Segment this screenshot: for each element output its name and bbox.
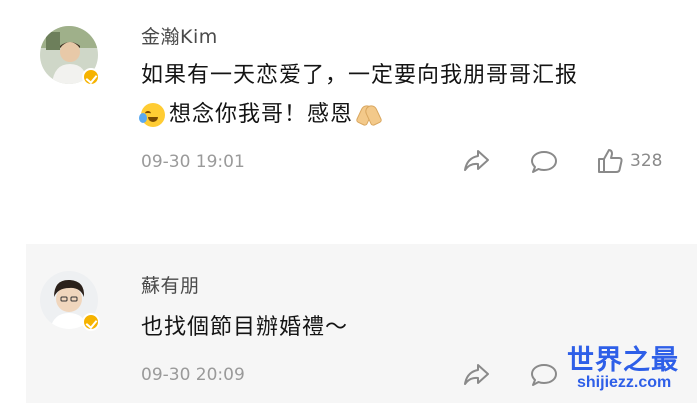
comment-text-line-2: 想念你我哥！感恩: [139, 97, 383, 133]
site-watermark: 世界之最 shijiezz.com: [567, 338, 693, 400]
comment-timestamp: 09-30 20:09: [141, 365, 245, 385]
comment-item: 金瀚Kim 如果有一天恋爱了，一定要向我朋哥哥汇报 想念你我哥！感恩 09-30…: [0, 0, 697, 232]
comment-timestamp: 09-30 19:01: [141, 152, 245, 172]
watermark-title: 世界之最: [567, 345, 679, 376]
verified-badge-icon: [82, 313, 100, 331]
praying-hands-emoji-icon: [355, 103, 383, 127]
comment-icon: [531, 151, 557, 173]
like-count: 328: [630, 151, 663, 171]
comment-text-line-1: 如果有一天恋爱了，一定要向我朋哥哥汇报: [141, 63, 579, 88]
watermark-url: shijiezz.com: [577, 374, 672, 391]
share-button[interactable]: [462, 148, 490, 174]
avatar[interactable]: [40, 26, 100, 86]
thumbs-up-icon: [598, 149, 623, 173]
comment-icon: [531, 364, 557, 386]
comment-button[interactable]: [530, 362, 558, 388]
username[interactable]: 金瀚Kim: [141, 22, 218, 49]
avatar[interactable]: [40, 271, 100, 331]
share-icon: [464, 364, 489, 385]
share-icon: [464, 150, 489, 171]
comment-button[interactable]: [530, 149, 558, 175]
crying-emoji-icon: [139, 103, 165, 127]
comment-text: 也找個節目辦婚禮～: [141, 315, 349, 340]
username[interactable]: 蘇有朋: [141, 271, 200, 298]
verified-badge-icon: [82, 68, 100, 86]
comment-text-line-2-content: 想念你我哥！感恩: [169, 102, 354, 127]
like-button[interactable]: 328: [596, 147, 662, 175]
share-button[interactable]: [462, 362, 490, 388]
